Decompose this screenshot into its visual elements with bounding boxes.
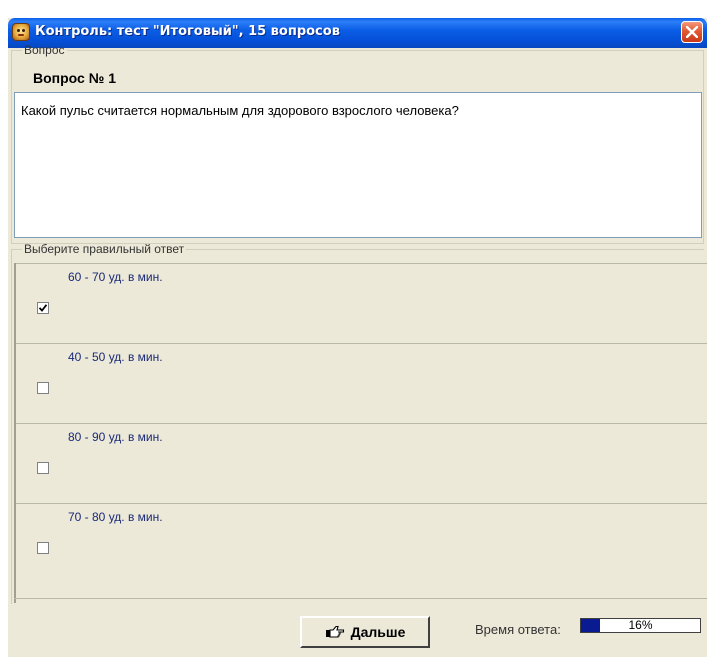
question-group-label: Вопрос (24, 43, 65, 57)
answer-checkbox[interactable] (37, 542, 49, 554)
next-button-label: Дальше (350, 624, 406, 640)
question-number: Вопрос № 1 (33, 70, 116, 86)
pointing-hand-icon (325, 625, 344, 638)
close-icon (686, 26, 698, 38)
answers-list: 60 - 70 уд. в мин. 40 - 50 уд. в мин. 80… (14, 263, 707, 598)
app-icon (12, 23, 30, 41)
answer-option-4[interactable]: 70 - 80 уд. в мин. (14, 503, 707, 584)
answer-label: 40 - 50 уд. в мин. (68, 350, 163, 364)
answer-label: 70 - 80 уд. в мин. (68, 510, 163, 524)
check-mark-icon (39, 304, 47, 312)
next-button[interactable]: Дальше (300, 616, 430, 648)
answer-option-1[interactable]: 60 - 70 уд. в мин. (14, 263, 707, 344)
answer-label: 80 - 90 уд. в мин. (68, 430, 163, 444)
answer-time-label: Время ответа: (475, 622, 561, 637)
answer-checkbox[interactable] (37, 382, 49, 394)
test-window: Контроль: тест "Итоговый", 15 вопросов В… (8, 18, 707, 657)
answer-checkbox[interactable] (37, 302, 49, 314)
answers-group-label: Выберите правильный ответ (24, 242, 185, 256)
window-title: Контроль: тест "Итоговый", 15 вопросов (35, 24, 340, 39)
answer-label: 60 - 70 уд. в мин. (68, 270, 163, 284)
answer-option-2[interactable]: 40 - 50 уд. в мин. (14, 343, 707, 424)
answers-scroll-edge (14, 263, 16, 603)
question-text: Какой пульс считается нормальным для здо… (14, 92, 702, 238)
close-button[interactable] (681, 21, 703, 43)
answers-bottom-divider (14, 598, 707, 599)
answer-time-progress: 16% (580, 618, 701, 633)
answer-time-percent: 16% (628, 618, 653, 632)
answer-checkbox[interactable] (37, 462, 49, 474)
answer-option-3[interactable]: 80 - 90 уд. в мин. (14, 423, 707, 504)
